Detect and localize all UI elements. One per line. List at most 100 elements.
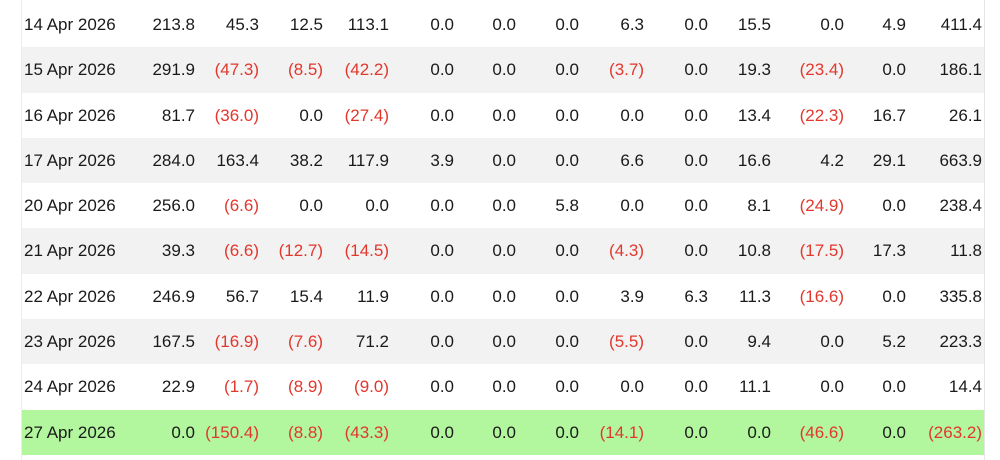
value-cell: 0.0 — [492, 377, 516, 397]
value-cell: 16.6 — [737, 150, 771, 170]
value-cell: 0.0 — [882, 422, 906, 442]
date-cell: 20 Apr 2026 — [24, 196, 116, 216]
value-cell: 335.8 — [939, 286, 982, 306]
value-cell: 0.0 — [620, 196, 644, 216]
table-row: 22 Apr 2026 246.9 56.7 15.4 11.9 0.0 0.0 0.0 3.9… — [22, 274, 984, 319]
value-cell: 10.8 — [737, 241, 771, 261]
value-cell: 3.9 — [430, 150, 454, 170]
value-cell: 26.1 — [948, 105, 982, 125]
value-cell: (150.4) — [205, 422, 259, 442]
value-cell: 15.5 — [737, 15, 771, 34]
value-cell: 56.7 — [225, 286, 259, 306]
value-cell: 45.3 — [225, 15, 259, 34]
value-cell: 256.0 — [152, 196, 195, 216]
value-cell: 0.0 — [492, 241, 516, 261]
value-cell: (12.7) — [278, 241, 323, 261]
value-cell: 0.0 — [492, 15, 516, 34]
value-cell: 411.4 — [940, 15, 982, 34]
value-cell: 0.0 — [492, 422, 516, 442]
value-cell: 0.0 — [365, 196, 389, 216]
value-cell: 38.2 — [289, 150, 323, 170]
value-cell: 0.0 — [555, 286, 579, 306]
value-cell: 0.0 — [492, 286, 516, 306]
date-cell: 17 Apr 2026 — [24, 150, 116, 170]
value-cell: 4.2 — [820, 150, 844, 170]
value-cell: 0.0 — [747, 422, 771, 442]
value-cell: 11.1 — [739, 377, 771, 397]
value-cell: 0.0 — [430, 422, 454, 442]
value-cell: (16.9) — [214, 332, 259, 352]
value-cell: 3.9 — [620, 286, 644, 306]
date-cell: 24 Apr 2026 — [24, 377, 116, 397]
value-cell: 17.3 — [872, 241, 906, 261]
value-cell: (36.0) — [214, 105, 259, 125]
value-cell: 0.0 — [555, 241, 579, 261]
value-cell: 39.3 — [161, 241, 195, 261]
value-cell: (8.8) — [288, 422, 323, 442]
value-cell: 29.1 — [872, 150, 906, 170]
value-cell: 13.4 — [737, 105, 771, 125]
value-cell: 6.3 — [620, 15, 644, 34]
value-cell: (14.1) — [599, 422, 644, 442]
value-cell: 81.7 — [161, 105, 195, 125]
value-cell: 0.0 — [430, 105, 454, 125]
value-cell: 0.0 — [430, 15, 454, 34]
value-cell: 5.2 — [882, 332, 906, 352]
value-cell: 0.0 — [555, 332, 579, 352]
value-cell: 0.0 — [684, 422, 708, 442]
value-cell: 0.0 — [684, 241, 708, 261]
value-cell: 6.6 — [620, 150, 644, 170]
table-row: 23 Apr 2026 167.5 (16.9) (7.6) 71.2 0.0 0.0 0.0… — [22, 319, 984, 365]
date-cell: 21 Apr 2026 — [24, 241, 116, 261]
value-cell: 0.0 — [555, 377, 579, 397]
value-cell: (3.7) — [609, 60, 644, 80]
value-cell: (4.3) — [609, 241, 644, 261]
date-cell: 27 Apr 2026 — [24, 422, 116, 442]
value-cell: 113.1 — [347, 15, 389, 34]
value-cell: (17.5) — [799, 241, 844, 261]
value-cell: 0.0 — [430, 241, 454, 261]
value-cell: 0.0 — [430, 286, 454, 306]
value-cell: (6.6) — [224, 241, 259, 261]
value-cell: (8.5) — [288, 60, 323, 80]
value-cell: 11.9 — [357, 286, 389, 306]
value-cell: 0.0 — [820, 332, 844, 352]
date-cell: 16 Apr 2026 — [24, 105, 116, 125]
value-cell: 0.0 — [684, 377, 708, 397]
value-cell: 8.1 — [747, 196, 771, 216]
value-cell: (24.9) — [799, 196, 844, 216]
value-cell: 12.5 — [289, 15, 323, 34]
value-cell: 213.8 — [152, 15, 195, 34]
value-cell: 0.0 — [299, 105, 323, 125]
value-cell: (27.4) — [344, 105, 389, 125]
value-cell: (8.9) — [288, 377, 323, 397]
value-cell: 6.3 — [684, 286, 708, 306]
table-right-border — [984, 0, 985, 460]
value-cell: (16.6) — [799, 286, 844, 306]
value-cell: 0.0 — [555, 15, 579, 34]
value-cell: 0.0 — [555, 105, 579, 125]
value-cell: 4.9 — [882, 15, 906, 34]
value-cell: 0.0 — [820, 15, 844, 34]
value-cell: 167.5 — [152, 332, 195, 352]
value-cell: 14.4 — [948, 377, 982, 397]
value-cell: 0.0 — [684, 15, 708, 34]
value-cell: 0.0 — [820, 377, 844, 397]
value-cell: 0.0 — [620, 105, 644, 125]
table-row: 20 Apr 2026 256.0 (6.6) 0.0 0.0 0.0 0.0 5.8 0.0 0… — [22, 183, 984, 228]
value-cell: 0.0 — [492, 196, 516, 216]
value-cell: 163.4 — [216, 150, 259, 170]
value-cell: 246.9 — [152, 286, 195, 306]
value-cell: 0.0 — [492, 60, 516, 80]
table-row: 15 Apr 2026 291.9 (47.3) (8.5) (42.2) 0.0 0.0 0… — [22, 47, 984, 93]
value-cell: 9.4 — [747, 332, 771, 352]
value-cell: 22.9 — [161, 377, 195, 397]
value-cell: 19.3 — [737, 60, 771, 80]
value-cell: 186.1 — [939, 60, 982, 80]
value-cell: (46.6) — [799, 422, 844, 442]
value-cell: (42.2) — [344, 60, 389, 80]
value-cell: 0.0 — [492, 150, 516, 170]
value-cell: 0.0 — [171, 422, 195, 442]
value-cell: 0.0 — [430, 332, 454, 352]
value-cell: (7.6) — [288, 332, 323, 352]
